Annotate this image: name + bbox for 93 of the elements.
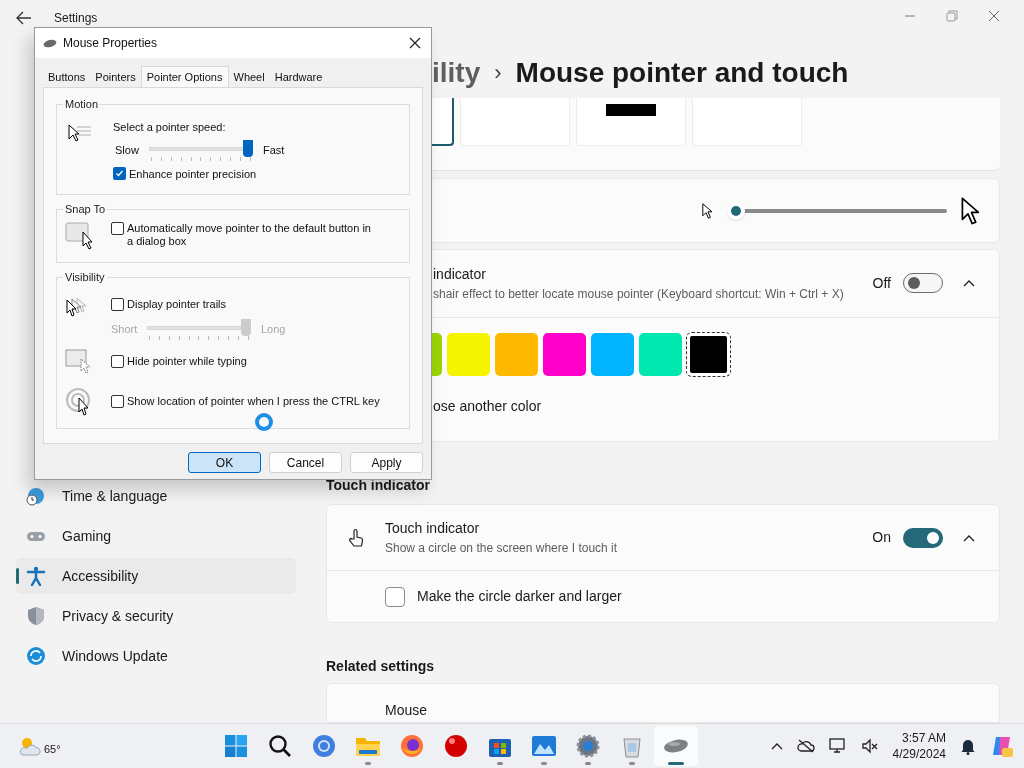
large-cursor-icon <box>960 196 979 225</box>
sidebar-item[interactable]: Windows Update <box>16 638 296 674</box>
bell-icon[interactable] <box>960 737 976 755</box>
breadcrumb-link[interactable]: ility <box>432 51 481 94</box>
related-setting-row[interactable]: Mouse <box>326 683 1000 723</box>
ball-icon[interactable] <box>444 734 468 758</box>
color-swatch[interactable] <box>687 332 730 376</box>
mouse-icon <box>43 38 57 48</box>
checkbox-label: Show location of pointer when I press the CTRL key <box>127 394 380 410</box>
setting-description: Show a circle on the screen where I touch it <box>385 540 619 558</box>
cloud-off-icon[interactable] <box>796 739 815 753</box>
small-cursor-icon <box>702 202 713 219</box>
fox-browser-icon[interactable] <box>400 734 424 758</box>
dialog-button[interactable]: Apply <box>350 452 423 473</box>
checkbox[interactable] <box>111 222 124 235</box>
busy-cursor-icon <box>254 412 274 432</box>
breadcrumb-separator: › <box>494 59 502 88</box>
tab[interactable]: Buttons <box>43 68 91 87</box>
clock[interactable]: 3:57 AM 4/29/2024 <box>892 730 946 762</box>
checkmark-icon <box>115 169 124 179</box>
dialog-button[interactable]: OK <box>188 452 261 473</box>
checkbox-label: Enhance pointer precision <box>129 166 257 182</box>
tab[interactable]: Pointer Options <box>140 66 229 88</box>
slider-thumb[interactable] <box>243 139 253 157</box>
sidebar-item[interactable]: Time & language <box>16 478 296 514</box>
setting-description: shair effect to better locate mouse pointer (Keyboard shortcut: Win + Ctrl + X) <box>433 285 845 303</box>
close-icon[interactable] <box>409 37 421 49</box>
app-title: Settings <box>54 11 98 25</box>
color-swatch[interactable] <box>543 332 586 376</box>
start-icon[interactable] <box>224 734 248 758</box>
back-arrow-icon[interactable] <box>16 11 32 25</box>
gear-icon[interactable] <box>576 734 600 758</box>
pointer-preview <box>606 103 656 116</box>
group-label: Visibility <box>63 271 107 284</box>
checkbox-label: Display pointer trails <box>127 297 227 312</box>
group-label: Snap To <box>63 203 108 216</box>
sidebar-item[interactable]: Accessibility <box>16 558 296 594</box>
chevron-up-icon[interactable] <box>770 742 783 750</box>
size-slider[interactable] <box>726 201 947 220</box>
toggle-switch[interactable] <box>903 273 943 294</box>
dialog-title: Mouse Properties <box>63 35 159 52</box>
setting-title: indicator <box>433 264 487 284</box>
dialog-button[interactable]: Cancel <box>269 452 342 473</box>
speaker-muted-icon[interactable] <box>860 738 879 754</box>
group-label: Motion <box>63 98 101 111</box>
checkbox[interactable] <box>111 297 124 311</box>
accessibility-icon <box>26 566 46 586</box>
photo-icon[interactable] <box>531 735 557 757</box>
tab[interactable]: Pointers <box>90 68 141 87</box>
copilot-icon[interactable] <box>990 734 1014 758</box>
taskbar-button[interactable] <box>654 726 698 766</box>
globe-clock-icon <box>26 486 46 506</box>
weather-temperature[interactable]: 65° <box>44 740 61 758</box>
mouse-icon[interactable] <box>663 738 689 754</box>
setting-title: Touch indicator <box>385 519 481 539</box>
fast-label: Fast <box>263 143 285 159</box>
long-label: Long <box>261 322 286 338</box>
toggle-state-label: On <box>872 528 891 548</box>
color-swatch[interactable] <box>495 332 538 376</box>
monitor-icon[interactable] <box>828 738 847 754</box>
toggle-state-label: Off <box>872 273 891 293</box>
checkbox[interactable] <box>385 587 405 607</box>
checkbox[interactable] <box>111 355 124 368</box>
touch-icon <box>347 528 365 548</box>
checkbox[interactable] <box>113 167 126 181</box>
checkbox-label: Hide pointer while typing <box>127 354 247 370</box>
sidebar-item[interactable]: Privacy & security <box>16 598 296 634</box>
checkbox-label: Automatically move pointer to the default button in a dialog box <box>127 222 372 248</box>
toggle-switch[interactable] <box>903 528 943 548</box>
section-heading: Related settings <box>326 657 436 676</box>
slider-thumb[interactable] <box>726 201 745 220</box>
shield-icon <box>26 606 46 626</box>
pointer-style-tile[interactable] <box>576 97 686 146</box>
color-swatch[interactable] <box>447 332 490 376</box>
update-icon <box>26 646 46 666</box>
short-label: Short <box>111 322 137 338</box>
snap-pointer-icon <box>65 222 95 252</box>
checkbox[interactable] <box>111 395 124 408</box>
color-swatch[interactable] <box>591 332 634 376</box>
folder-icon[interactable] <box>355 735 381 757</box>
tab[interactable]: Wheel <box>228 68 270 87</box>
checkbox-label: Make the circle darker and larger <box>417 587 622 607</box>
chevron-up-icon[interactable] <box>963 534 975 542</box>
section-heading: Touch indicator <box>326 476 431 495</box>
color-swatch[interactable] <box>639 332 682 376</box>
search-icon[interactable] <box>268 734 292 758</box>
browser-icon[interactable] <box>312 734 336 758</box>
sidebar-item[interactable]: Gaming <box>16 518 296 554</box>
chevron-up-icon[interactable] <box>963 279 975 288</box>
page-title: Mouse pointer and touch <box>515 55 849 90</box>
speed-prompt: Select a pointer speed: <box>113 120 227 135</box>
tab[interactable]: Hardware <box>269 68 328 87</box>
slow-label: Slow <box>114 143 139 159</box>
